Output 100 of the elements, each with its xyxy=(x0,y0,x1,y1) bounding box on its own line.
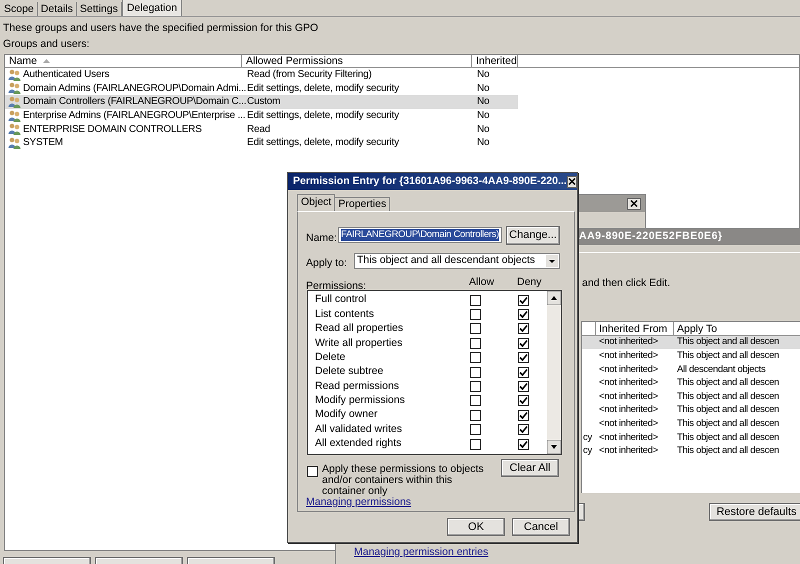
sort-arrow-icon xyxy=(43,59,50,63)
table-cell-text: No xyxy=(476,95,490,110)
permission-name: Full control xyxy=(314,292,368,308)
permission-name: Read permissions xyxy=(314,378,400,394)
table-row[interactable]: Enterprise Admins (FAIRLANEGROUP\Enterprise ... Edit settings, delete, modify security No xyxy=(5,108,518,122)
table-cell-text: <not inherited> xyxy=(598,362,659,377)
apply-only-label: Apply these permissions to objects and/or containers within this container only xyxy=(322,464,485,497)
checkbox[interactable] xyxy=(518,338,529,349)
column-header[interactable]: Name xyxy=(5,55,242,68)
table-row[interactable]: <not inherited> This object and all descen xyxy=(582,417,800,431)
close-icon[interactable] xyxy=(627,198,641,210)
permission-name: All validated writes xyxy=(314,422,403,437)
name-field[interactable]: FAIRLANEGROUP\Domain Controllers) xyxy=(338,227,502,243)
table-cell-text: No xyxy=(476,136,490,150)
table-cell-text: This object and all descen xyxy=(676,390,780,404)
table-cell-text: All descendant objects xyxy=(676,362,766,377)
allow-header: Allow xyxy=(469,276,494,288)
checkbox[interactable] xyxy=(518,424,529,436)
tab[interactable]: Scope xyxy=(1,2,38,16)
table-row[interactable]: <not inherited> All descendant objects xyxy=(582,362,800,377)
column-header[interactable]: Inherited xyxy=(472,55,518,68)
managing-permission-entries-link[interactable]: Managing permission entries xyxy=(354,545,488,561)
checkbox[interactable] xyxy=(470,323,481,334)
checkbox[interactable] xyxy=(470,410,481,421)
table-row[interactable]: <not inherited> This object and all descen xyxy=(582,390,800,404)
table-cell-text: <not inherited> xyxy=(598,444,659,458)
tab[interactable]: Object xyxy=(297,194,336,211)
permission-name: Delete subtree xyxy=(314,364,384,380)
checkbox[interactable] xyxy=(518,395,529,406)
table-cell-text: This object and all descen xyxy=(676,444,780,458)
checkbox[interactable] xyxy=(470,338,481,349)
description-text: These groups and users have the specified permission for this GPO xyxy=(3,22,320,35)
table-cell: cy xyxy=(583,432,592,443)
table-cell-text: Edit settings, delete, modify security xyxy=(246,136,400,150)
ok-button[interactable]: OK xyxy=(447,518,505,536)
scroll-down-icon[interactable] xyxy=(547,440,561,454)
tab[interactable]: Delegation xyxy=(122,0,182,16)
managing-permissions-link[interactable]: Managing permissions xyxy=(306,495,412,511)
users-icon xyxy=(8,82,21,94)
table-row[interactable]: cy <not inherited> This object and all descen xyxy=(582,444,800,458)
table-cell-text: Authenticated Users xyxy=(23,68,110,82)
checkbox[interactable] xyxy=(470,424,481,436)
cancel-button[interactable]: Cancel xyxy=(512,518,570,536)
table-cell-text: This object and all descen xyxy=(676,403,780,418)
table-cell-text: <not inherited> xyxy=(598,416,659,431)
table-cell-text: This object and all descen xyxy=(676,349,780,364)
checkbox[interactable] xyxy=(518,309,529,320)
checkbox[interactable] xyxy=(470,381,481,392)
table-cell-text: Read (from Security Filtering) xyxy=(246,68,373,82)
table-cell-text: This object and all descen xyxy=(676,376,780,390)
checkbox[interactable] xyxy=(470,438,481,450)
checkbox[interactable] xyxy=(518,294,529,306)
scrollbar[interactable] xyxy=(547,291,561,454)
column-header[interactable]: Allowed Permissions xyxy=(242,55,472,68)
table-row[interactable]: SYSTEM Edit settings, delete, modify security No xyxy=(5,136,518,150)
checkbox[interactable] xyxy=(518,352,529,364)
tab[interactable]: Properties xyxy=(335,197,390,211)
apply-to-label: Apply to: xyxy=(306,256,347,271)
permission-name: Write all properties xyxy=(314,336,404,350)
checkbox[interactable] xyxy=(470,366,481,378)
change-button[interactable]: Change... xyxy=(506,226,560,245)
table-row[interactable]: cy <not inherited> This object and all descen xyxy=(582,430,800,444)
checkbox[interactable] xyxy=(518,381,529,392)
permission-name: Modify owner xyxy=(314,407,378,422)
checkbox[interactable] xyxy=(470,294,481,306)
table-row[interactable]: Authenticated Users Read (from Security Filtering) No xyxy=(5,68,518,82)
instruction-text: and then click Edit. xyxy=(582,276,672,291)
apply-to-dropdown[interactable]: This object and all descendant objects xyxy=(354,253,560,269)
table-cell-text: <not inherited> xyxy=(598,390,659,404)
checkbox[interactable] xyxy=(518,366,529,378)
clear-all-button[interactable]: Clear All xyxy=(501,459,559,477)
restore-defaults-button[interactable]: Restore defaults xyxy=(709,503,800,521)
table-cell-text: <not inherited> xyxy=(598,403,659,418)
table-cell-text: Read xyxy=(246,122,272,137)
table-row[interactable]: Domain Admins (FAIRLANEGROUP\Domain Admi...Edit settings, delete, modify security No xyxy=(5,82,518,96)
scroll-up-icon[interactable] xyxy=(547,291,561,305)
users-icon xyxy=(8,136,21,149)
checkbox[interactable] xyxy=(470,352,481,364)
checkbox[interactable] xyxy=(518,410,529,421)
checkbox[interactable] xyxy=(470,309,481,320)
checkbox[interactable] xyxy=(470,395,481,406)
close-icon[interactable] xyxy=(566,176,577,188)
table-cell-text: Enterprise Admins (FAIRLANEGROUP\Enterprise ... xyxy=(23,109,246,124)
table-row[interactable]: Domain Controllers (FAIRLANEGROUP\Domain C...Custom No xyxy=(5,95,518,109)
table-cell-text: <not inherited> xyxy=(598,349,659,364)
table-cell-text: This object and all descen xyxy=(676,430,780,445)
checkbox[interactable] xyxy=(518,323,529,334)
table-row[interactable]: <not inherited> This object and all descen xyxy=(582,336,800,350)
tab[interactable]: Details xyxy=(38,2,77,16)
checkbox[interactable] xyxy=(518,438,529,450)
checkbox[interactable] xyxy=(307,466,318,477)
table-cell-text: Edit settings, delete, modify security xyxy=(246,109,400,124)
table-row[interactable]: <not inherited> This object and all descen xyxy=(582,376,800,390)
users-icon xyxy=(8,96,21,108)
table-cell-text: SYSTEM xyxy=(23,136,63,150)
table-row[interactable]: <not inherited> This object and all descen xyxy=(582,349,800,363)
table-cell-text: No xyxy=(476,82,490,96)
table-row[interactable]: ENTERPRISE DOMAIN CONTROLLERS Read No xyxy=(5,122,518,136)
name-label: Name: xyxy=(306,231,337,246)
table-row[interactable]: <not inherited> This object and all descen xyxy=(582,404,800,418)
